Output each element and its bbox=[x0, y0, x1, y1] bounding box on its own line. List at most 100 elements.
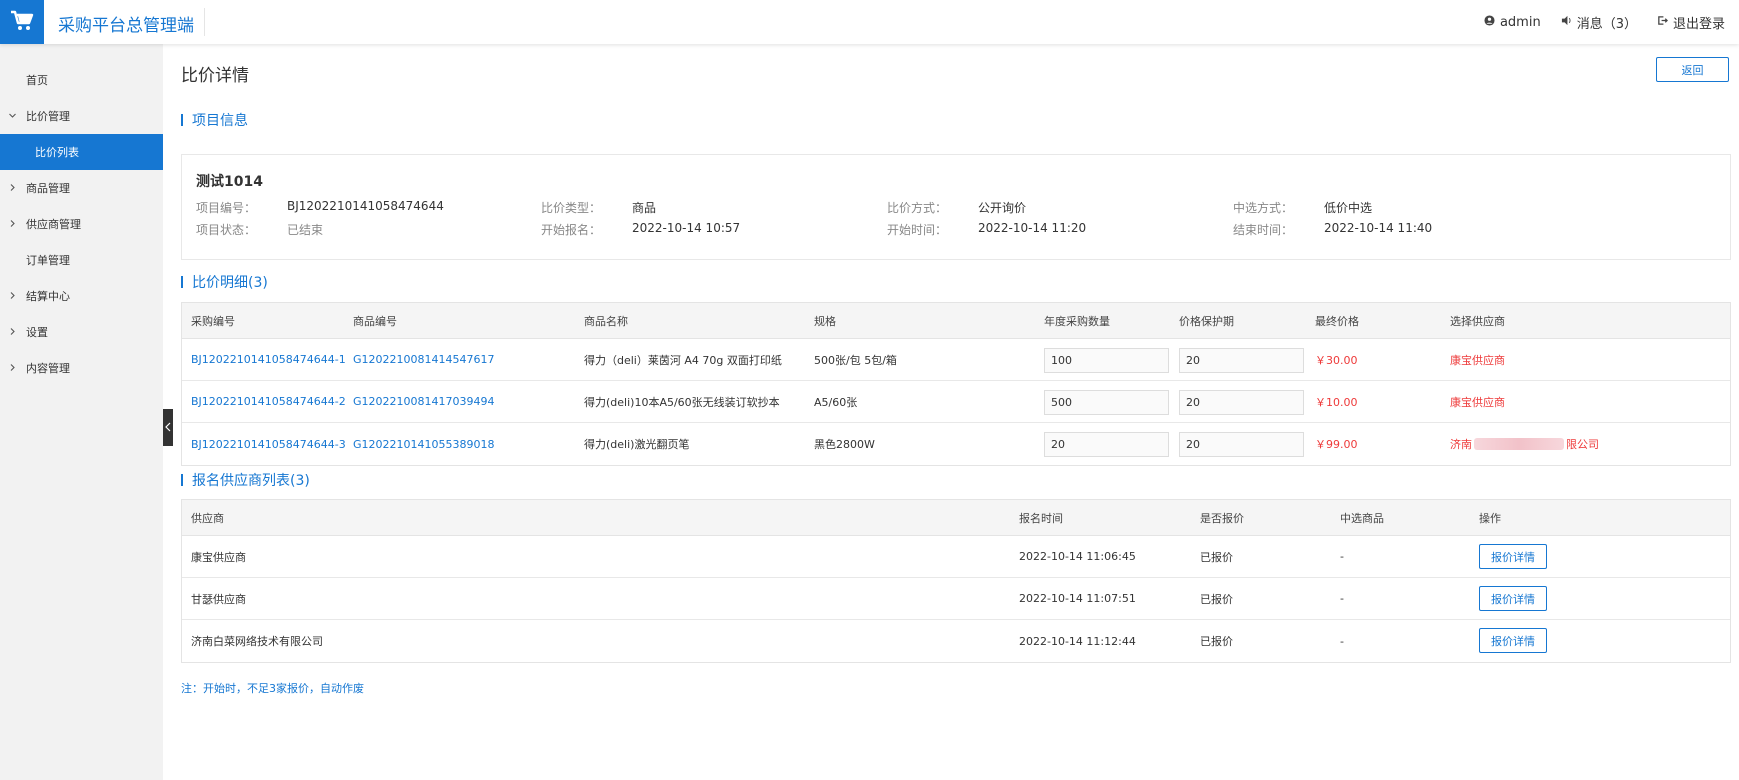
column-header: 价格保护期 bbox=[1179, 314, 1234, 328]
field-project-status: 项目状态： 已结束 bbox=[196, 221, 323, 238]
field-compare-method: 比价方式： 公开询价 bbox=[887, 199, 1026, 216]
goods-name: 得力（deli）莱茵河 A4 70g 双面打印纸 bbox=[584, 353, 782, 367]
annual-quantity-field[interactable]: 500 bbox=[1044, 390, 1169, 415]
section-title-detail: 比价明细(3) bbox=[181, 272, 268, 292]
chevron-right-icon bbox=[8, 290, 17, 299]
field-value: 2022-10-14 11:40 bbox=[1324, 221, 1433, 235]
sidebar-item-orders[interactable]: 订单管理 bbox=[0, 242, 163, 278]
section-title-text: 项目信息 bbox=[192, 113, 248, 129]
logout-link[interactable]: 退出登录 bbox=[1657, 13, 1725, 32]
section-title-text: 比价明细(3) bbox=[192, 275, 268, 291]
messages-link[interactable]: 消息（3） bbox=[1561, 13, 1637, 32]
goods-spec: A5/60张 bbox=[814, 395, 858, 409]
back-button[interactable]: 返回 bbox=[1656, 57, 1729, 82]
selected-goods: - bbox=[1340, 550, 1344, 563]
column-header: 最终价格 bbox=[1315, 314, 1359, 328]
table-row: BJ1202210141058474644-2 G120221008141703… bbox=[182, 381, 1730, 423]
top-bar: 采购平台总管理端 admin 消息（3） 退出登录 bbox=[0, 0, 1739, 44]
quote-detail-button[interactable]: 报价详情 bbox=[1479, 628, 1547, 653]
price-protection-field[interactable]: 20 bbox=[1179, 348, 1304, 373]
sidebar-item-settlement[interactable]: 结算中心 bbox=[0, 278, 163, 314]
logo[interactable] bbox=[0, 0, 44, 44]
sidebar-item-label: 结算中心 bbox=[26, 290, 70, 303]
chevron-right-icon bbox=[8, 326, 17, 335]
price-protection-field[interactable]: 20 bbox=[1179, 390, 1304, 415]
sidebar-item-content[interactable]: 内容管理 bbox=[0, 350, 163, 386]
field-label: 开始时间： bbox=[887, 223, 948, 237]
goods-spec: 黑色2800W bbox=[814, 438, 875, 451]
field-label: 项目状态： bbox=[196, 223, 257, 237]
field-value: 商品 bbox=[632, 201, 657, 215]
cart-icon bbox=[10, 10, 34, 35]
goods-no-link[interactable]: G1202210081414547617 bbox=[353, 339, 495, 380]
field-label: 开始报名： bbox=[541, 223, 602, 237]
table-row: 甘瑟供应商 2022-10-14 11:07:51 已报价 - 报价详情 bbox=[182, 578, 1730, 620]
chevron-down-icon bbox=[8, 110, 17, 119]
project-info-card: 测试1014 项目编号： BJ1202210141058474644 比价类型： 商… bbox=[181, 154, 1731, 260]
column-header: 选择供应商 bbox=[1450, 314, 1505, 328]
price-protection-field[interactable]: 20 bbox=[1179, 432, 1304, 457]
column-header: 操作 bbox=[1479, 511, 1501, 525]
signup-time: 2022-10-14 11:07:51 bbox=[1019, 592, 1136, 605]
supplier-name: 康宝供应商 bbox=[191, 550, 246, 564]
sidebar-item-label: 首页 bbox=[26, 74, 48, 87]
supplier-name-suffix: 限公司 bbox=[1566, 438, 1599, 451]
table-row: 康宝供应商 2022-10-14 11:06:45 已报价 - 报价详情 bbox=[182, 536, 1730, 578]
supplier-table: 供应商 报名时间 是否报价 中选商品 操作 康宝供应商 2022-10-14 1… bbox=[181, 499, 1731, 663]
main-content: 比价详情 返回 项目信息 测试1014 项目编号： BJ1202210141058… bbox=[163, 44, 1739, 780]
quote-detail-button[interactable]: 报价详情 bbox=[1479, 586, 1547, 611]
detail-table: 采购编号 商品编号 商品名称 规格 年度采购数量 价格保护期 最终价格 选择供应… bbox=[181, 302, 1731, 466]
sidebar-item-label: 内容管理 bbox=[26, 362, 70, 375]
table-header: 采购编号 商品编号 商品名称 规格 年度采购数量 价格保护期 最终价格 选择供应… bbox=[182, 303, 1730, 339]
sidebar-item-label: 供应商管理 bbox=[26, 218, 81, 231]
field-label: 中选方式： bbox=[1233, 201, 1294, 215]
supplier-name: 济南白菜网络技术有限公司 bbox=[191, 635, 323, 648]
user-menu[interactable]: admin bbox=[1484, 15, 1541, 30]
final-price: ￥10.00 bbox=[1315, 395, 1358, 409]
goods-no-link[interactable]: G1202210081417039494 bbox=[353, 381, 495, 422]
purchase-no-link[interactable]: BJ1202210141058474644-2 bbox=[191, 381, 346, 422]
sidebar-item-settings[interactable]: 设置 bbox=[0, 314, 163, 350]
column-header: 商品编号 bbox=[353, 314, 397, 328]
goods-spec: 500张/包 5包/箱 bbox=[814, 353, 897, 367]
annual-quantity-field[interactable]: 20 bbox=[1044, 432, 1169, 457]
logout-icon bbox=[1657, 15, 1668, 30]
chevron-right-icon bbox=[8, 362, 17, 371]
purchase-no-link[interactable]: BJ1202210141058474644-3 bbox=[191, 423, 346, 465]
goods-name: 得力(deli)激光翻页笔 bbox=[584, 438, 690, 451]
column-header: 是否报价 bbox=[1200, 511, 1244, 525]
quote-detail-button[interactable]: 报价详情 bbox=[1479, 544, 1547, 569]
sidebar-item-price-compare[interactable]: 比价管理 bbox=[0, 98, 163, 134]
divider bbox=[204, 8, 205, 36]
field-label: 比价类型： bbox=[541, 201, 602, 215]
sidebar-item-suppliers[interactable]: 供应商管理 bbox=[0, 206, 163, 242]
table-header: 供应商 报名时间 是否报价 中选商品 操作 bbox=[182, 500, 1730, 536]
sidebar-item-label: 商品管理 bbox=[26, 182, 70, 195]
field-label: 比价方式： bbox=[887, 201, 948, 215]
sidebar-item-goods[interactable]: 商品管理 bbox=[0, 170, 163, 206]
signup-time: 2022-10-14 11:12:44 bbox=[1019, 634, 1136, 648]
sidebar-item-label: 比价管理 bbox=[26, 110, 70, 123]
section-marker bbox=[181, 114, 183, 126]
selected-supplier: 济南 限公司 bbox=[1450, 423, 1599, 465]
sidebar-item-compare-list[interactable]: 比价列表 bbox=[0, 134, 163, 170]
table-row: BJ1202210141058474644-1 G120221008141454… bbox=[182, 339, 1730, 381]
field-value: 2022-10-14 11:20 bbox=[978, 221, 1087, 235]
table-row: 济南白菜网络技术有限公司 2022-10-14 11:12:44 已报价 - 报… bbox=[182, 620, 1730, 662]
field-value: 已结束 bbox=[287, 223, 324, 237]
goods-no-link[interactable]: G1202210141055389018 bbox=[353, 423, 495, 465]
purchase-no-link[interactable]: BJ1202210141058474644-1 bbox=[191, 339, 346, 380]
section-marker bbox=[181, 474, 183, 486]
app-title: 采购平台总管理端 bbox=[58, 16, 194, 36]
sidebar-item-label: 订单管理 bbox=[26, 254, 70, 267]
supplier-name: 甘瑟供应商 bbox=[191, 592, 246, 606]
sidebar-item-home[interactable]: 首页 bbox=[0, 62, 163, 98]
messages-label: 消息（3） bbox=[1576, 16, 1637, 32]
field-signup-start: 开始报名： 2022-10-14 10:57 bbox=[541, 221, 740, 238]
page-title: 比价详情 bbox=[181, 66, 249, 86]
annual-quantity-field[interactable]: 100 bbox=[1044, 348, 1169, 373]
field-value: 低价中选 bbox=[1324, 201, 1373, 215]
column-header: 中选商品 bbox=[1340, 511, 1384, 525]
speaker-icon bbox=[1561, 15, 1572, 30]
selected-supplier: 康宝供应商 bbox=[1450, 353, 1505, 367]
